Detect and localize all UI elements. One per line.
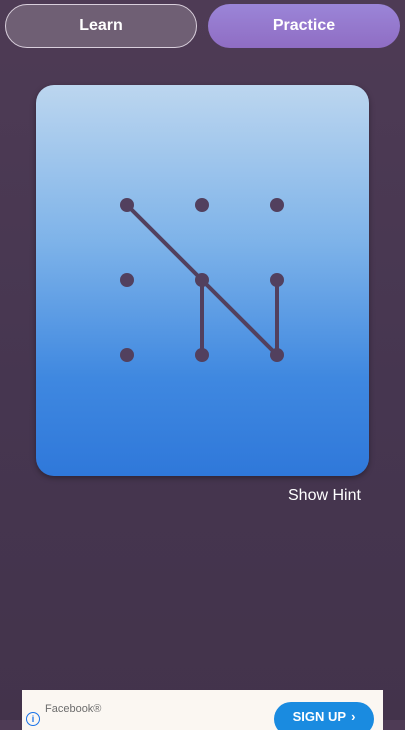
tab-learn-label: Learn — [79, 17, 123, 34]
info-icon[interactable]: i — [26, 712, 40, 726]
ad-signup-button[interactable]: SIGN UP › — [274, 702, 374, 730]
pattern-dot[interactable] — [195, 198, 209, 212]
ad-signup-label: SIGN UP — [292, 709, 347, 724]
pattern-card[interactable] — [36, 85, 369, 476]
pattern-dot[interactable] — [120, 348, 134, 362]
pattern-line — [125, 203, 204, 282]
pattern-line — [200, 278, 279, 357]
pattern-dot[interactable] — [270, 348, 284, 362]
ad-brand: Facebook® — [45, 703, 102, 715]
pattern-dot[interactable] — [120, 198, 134, 212]
tab-learn[interactable]: Learn — [5, 4, 197, 48]
tab-practice-label: Practice — [272, 17, 336, 34]
show-hint-button[interactable]: Show Hint — [288, 487, 361, 505]
ad-banner[interactable]: i Facebook® SIGN UP › — [22, 690, 383, 730]
pattern-dot[interactable] — [270, 273, 284, 287]
pattern-dot[interactable] — [120, 273, 134, 287]
pattern-dot[interactable] — [195, 348, 209, 362]
pattern-dot[interactable] — [195, 273, 209, 287]
tab-practice[interactable]: Practice — [208, 4, 400, 48]
pattern-dot[interactable] — [270, 198, 284, 212]
pattern-lock-grid[interactable] — [36, 85, 369, 476]
chevron-right-icon: › — [351, 709, 356, 724]
